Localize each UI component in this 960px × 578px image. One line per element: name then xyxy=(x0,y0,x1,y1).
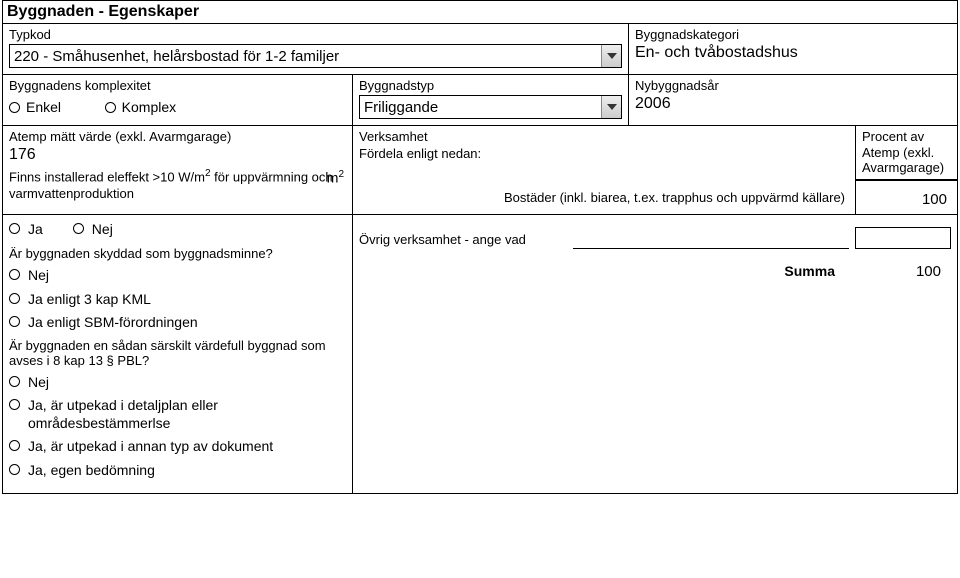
radio-icon xyxy=(105,102,116,113)
radio-icon xyxy=(73,223,84,234)
chevron-down-icon[interactable] xyxy=(601,45,621,67)
radio-icon xyxy=(9,293,20,304)
radio-skyddad-nej-label: Nej xyxy=(28,267,49,285)
radio-pbl-annan[interactable]: Ja, är utpekad i annan typ av dokument xyxy=(9,438,346,456)
byggnadstyp-value: Friliggande xyxy=(364,99,438,116)
radio-heat-ja-label: Ja xyxy=(28,221,43,239)
ovrig-text-input[interactable] xyxy=(573,227,849,249)
radio-komplex-label: Komplex xyxy=(122,99,176,115)
radio-heat-nej[interactable]: Nej xyxy=(73,221,113,239)
radio-icon xyxy=(9,464,20,475)
radio-icon xyxy=(9,376,20,387)
radio-pbl-egen[interactable]: Ja, egen bedömning xyxy=(9,462,346,480)
byggnadstyp-label: Byggnadstyp xyxy=(359,78,622,93)
typkod-value: 220 - Småhusenhet, helårsbostad för 1-2 … xyxy=(14,48,339,65)
summa-label: Summa xyxy=(784,263,835,279)
radio-heat-nej-label: Nej xyxy=(92,221,113,239)
radio-pbl-nej-label: Nej xyxy=(28,374,49,392)
atemp-unit: m2 xyxy=(327,169,344,186)
percent-header: Procent av Atemp (exkl. Avarmgarage) xyxy=(855,126,957,180)
nybyggnadsar-value: 2006 xyxy=(635,95,951,113)
radio-pbl-annan-label: Ja, är utpekad i annan typ av dokument xyxy=(28,438,273,456)
byggnadstyp-select[interactable]: Friliggande xyxy=(359,95,622,119)
typkod-select[interactable]: 220 - Småhusenhet, helårsbostad för 1-2 … xyxy=(9,44,622,68)
verksamhet-sublabel: Fördela enligt nedan: xyxy=(359,146,481,161)
radio-icon xyxy=(9,316,20,327)
radio-pbl-detaljplan-label: Ja, är utpekad i detaljplan eller område… xyxy=(28,397,346,432)
radio-enkel-label: Enkel xyxy=(26,99,61,115)
radio-skyddad-sbm[interactable]: Ja enligt SBM-förordningen xyxy=(9,314,346,332)
atemp-label: Atemp mätt värde (exkl. Avarmgarage) xyxy=(9,129,346,144)
radio-icon xyxy=(9,399,20,410)
radio-skyddad-sbm-label: Ja enligt SBM-förordningen xyxy=(28,314,198,332)
typkod-label: Typkod xyxy=(9,27,622,42)
row-bostader-value: 100 xyxy=(855,180,957,214)
row-bostader-label: Bostäder (inkl. biarea, t.ex. trapphus o… xyxy=(353,180,855,214)
installed-heat-question: Finns installerad eleffekt >10 W/m2 för … xyxy=(9,168,346,202)
radio-pbl-egen-label: Ja, egen bedömning xyxy=(28,462,155,480)
summa-value: 100 xyxy=(855,263,951,280)
kategori-label: Byggnadskategori xyxy=(635,27,951,42)
ovrig-percent-input[interactable] xyxy=(855,227,951,249)
section-header: Byggnaden - Egenskaper xyxy=(3,1,957,24)
pbl-question: Är byggnaden en sådan särskilt värdefull… xyxy=(9,338,346,368)
radio-komplex[interactable]: Komplex xyxy=(105,99,176,115)
radio-icon xyxy=(9,102,20,113)
verksamhet-label: Verksamhet xyxy=(359,129,481,144)
radio-skyddad-nej[interactable]: Nej xyxy=(9,267,346,285)
radio-icon xyxy=(9,223,20,234)
radio-icon xyxy=(9,440,20,451)
radio-heat-ja[interactable]: Ja xyxy=(9,221,43,239)
skyddad-question: Är byggnaden skyddad som byggnadsminne? xyxy=(9,246,346,261)
radio-pbl-nej[interactable]: Nej xyxy=(9,374,346,392)
radio-skyddad-kml[interactable]: Ja enligt 3 kap KML xyxy=(9,291,346,309)
radio-pbl-detaljplan[interactable]: Ja, är utpekad i detaljplan eller område… xyxy=(9,397,346,432)
kategori-value: En- och tvåbostadshus xyxy=(635,44,951,62)
ovrig-label: Övrig verksamhet - ange vad xyxy=(359,232,569,249)
atemp-value: 176 xyxy=(9,146,346,164)
radio-icon xyxy=(9,269,20,280)
chevron-down-icon[interactable] xyxy=(601,96,621,118)
nybyggnadsar-label: Nybyggnadsår xyxy=(635,78,951,93)
radio-skyddad-kml-label: Ja enligt 3 kap KML xyxy=(28,291,151,309)
radio-enkel[interactable]: Enkel xyxy=(9,99,61,115)
komplexitet-label: Byggnadens komplexitet xyxy=(9,78,346,93)
